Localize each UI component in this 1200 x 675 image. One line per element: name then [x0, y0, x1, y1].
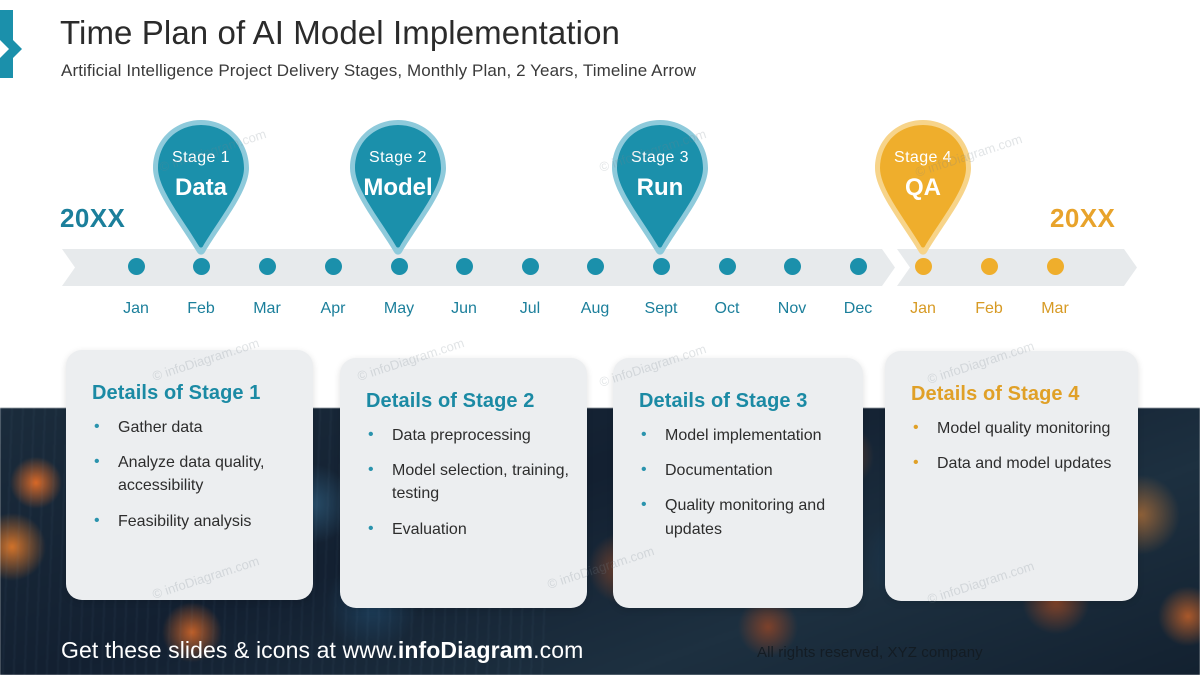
timeline-month-dot-feb[interactable] — [192, 258, 210, 275]
timeline-month-dot-dec[interactable] — [849, 258, 867, 275]
timeline-month-dot-jun[interactable] — [455, 258, 473, 275]
list-item: Model quality monitoring — [910, 416, 1124, 440]
page-subtitle: Artificial Intelligence Project Delivery… — [61, 61, 697, 80]
detail-card-2-title: Details of Stage 2 — [366, 390, 535, 412]
stage-pin-2-name: Model — [363, 174, 433, 201]
detail-card-3-list: Model implementation Documentation Quality… — [638, 423, 849, 553]
timeline-month-label-jun: Jun — [451, 300, 477, 317]
timeline-month-dot-aug[interactable] — [586, 258, 604, 275]
page-title: Time Plan of AI Model Implementation — [60, 14, 620, 51]
list-item: Evaluation — [365, 517, 573, 541]
footer-cta[interactable]: Get these slides & icons at www.infoDiag… — [61, 637, 583, 664]
timeline-month-dot-mar[interactable] — [1046, 258, 1064, 275]
timeline-month-label-may: May — [383, 300, 415, 317]
timeline-month-label-jul: Jul — [519, 300, 541, 317]
detail-card-3[interactable]: Details of Stage 3 Model implementation Do… — [613, 358, 863, 608]
list-item: Analyze data quality, accessibility — [91, 450, 299, 497]
title-accent-notch-icon — [0, 40, 9, 58]
detail-card-4-title: Details of Stage 4 — [911, 383, 1080, 405]
detail-card-2[interactable]: Details of Stage 2 Data preprocessing Mode… — [340, 358, 587, 608]
detail-card-2-list: Data preprocessing Model selection, train… — [365, 423, 573, 553]
timeline-month-dot-jan[interactable] — [914, 258, 932, 275]
timeline-month-dot-mar[interactable] — [258, 258, 276, 275]
footer-cta-brand: infoDiagram — [397, 637, 534, 663]
stage-pin-1-label: Stage 1 — [172, 149, 230, 166]
list-item: Feasibility analysis — [91, 509, 299, 533]
detail-card-1[interactable]: Details of Stage 1 Gather data Analyze dat… — [66, 350, 313, 600]
detail-card-1-list: Gather data Analyze data quality, accessi… — [91, 415, 299, 545]
stage-pin-3[interactable]: Stage 3 Run — [608, 117, 712, 259]
footer-cta-prefix: Get these slides & icons at www. — [61, 637, 398, 663]
stage-pin-4-name: QA — [905, 174, 941, 201]
stage-pin-4[interactable]: Stage 4 QA — [871, 117, 975, 259]
timeline-month-label-feb: Feb — [187, 300, 215, 317]
title-accent-arrow-icon — [13, 40, 22, 58]
stage-pin-1[interactable]: Stage 1 Data — [149, 117, 253, 259]
list-item: Model selection, training, testing — [365, 458, 573, 505]
timeline-month-dot-may[interactable] — [390, 258, 408, 275]
stage-pin-3-name: Run — [636, 174, 684, 201]
timeline-month-label-feb: Feb — [975, 300, 1003, 317]
year-label-start: 20XX — [60, 203, 126, 233]
timeline-month-label-aug: Aug — [580, 300, 610, 317]
year-label-end: 20XX — [1050, 203, 1116, 233]
detail-card-3-title: Details of Stage 3 — [639, 390, 808, 412]
detail-card-4-list: Model quality monitoring Data and model u… — [910, 416, 1124, 487]
timeline-month-dot-jan[interactable] — [127, 258, 145, 275]
list-item: Quality monitoring and updates — [638, 493, 849, 540]
list-item: Model implementation — [638, 423, 849, 447]
slide-canvas: Time Plan of AI Model Implementation Art… — [0, 0, 1200, 675]
timeline-month-label-dec: Dec — [843, 300, 873, 317]
timeline-month-dot-oct[interactable] — [718, 258, 736, 275]
stage-pin-2-label: Stage 2 — [369, 149, 427, 166]
stage-pin-2[interactable]: Stage 2 Model — [346, 117, 450, 259]
timeline-month-label-jan: Jan — [910, 300, 936, 317]
timeline-month-label-apr: Apr — [320, 300, 346, 317]
stage-pin-4-label: Stage 4 — [894, 149, 952, 166]
detail-card-1-title: Details of Stage 1 — [92, 382, 261, 404]
timeline-month-label-mar: Mar — [1041, 300, 1069, 317]
timeline-month-label-jan: Jan — [123, 300, 149, 317]
timeline-month-dot-apr[interactable] — [324, 258, 342, 275]
timeline-month-label-mar: Mar — [253, 300, 281, 317]
timeline-month-label-sept: Sept — [644, 300, 678, 317]
stage-pin-1-name: Data — [174, 174, 228, 201]
list-item: Gather data — [91, 415, 299, 439]
timeline-month-dot-sept[interactable] — [652, 258, 670, 275]
footer-rights: All rights reserved, XYZ company — [757, 644, 983, 661]
timeline-month-dot-jul[interactable] — [521, 258, 539, 275]
list-item: Data preprocessing — [365, 423, 573, 447]
list-item: Data and model updates — [910, 451, 1124, 475]
timeline-month-label-oct: Oct — [714, 300, 740, 317]
stage-pin-3-label: Stage 3 — [631, 149, 689, 166]
timeline-month-dot-feb[interactable] — [980, 258, 998, 275]
timeline-month-dot-nov[interactable] — [783, 258, 801, 275]
footer-cta-suffix: .com — [533, 637, 584, 663]
detail-card-4[interactable]: Details of Stage 4 Model quality monitori… — [885, 351, 1138, 601]
timeline-month-label-nov: Nov — [777, 300, 807, 317]
list-item: Documentation — [638, 458, 849, 482]
